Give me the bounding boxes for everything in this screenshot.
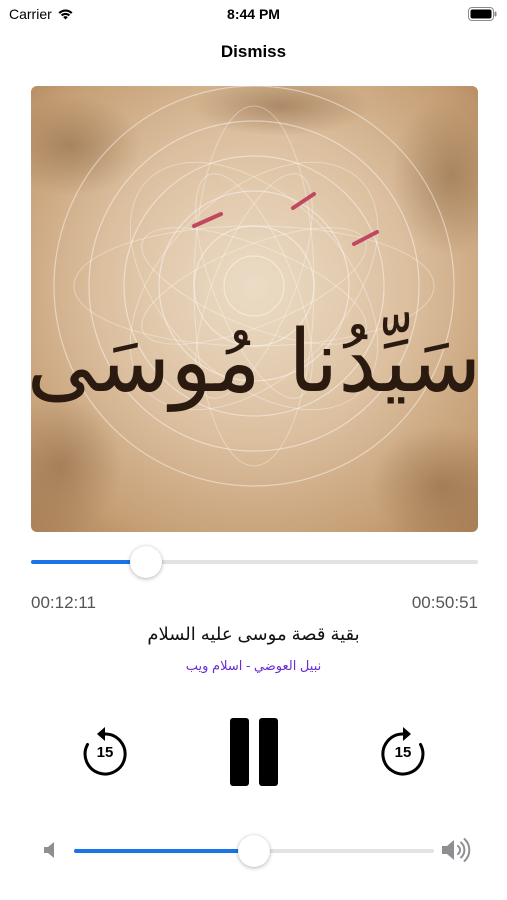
status-bar: Carrier 8:44 PM <box>0 0 507 28</box>
volume-slider[interactable] <box>74 834 434 867</box>
elapsed-time: 00:12:11 <box>31 593 96 612</box>
status-time: 8:44 PM <box>227 6 280 22</box>
artwork-image: سَيِّدُنا مُوسَى <box>31 86 478 532</box>
progress-thumb[interactable] <box>129 546 162 578</box>
volume-fill <box>74 849 254 853</box>
battery-icon <box>468 7 497 21</box>
skip-back-seconds: 15 <box>96 744 114 761</box>
album-artwork: سَيِّدُنا مُوسَى <box>31 86 478 532</box>
skip-back-button[interactable]: 15 <box>80 726 130 778</box>
skip-forward-seconds: 15 <box>394 744 412 761</box>
volume-thumb[interactable] <box>238 835 270 867</box>
pause-icon <box>230 718 278 786</box>
pause-button[interactable] <box>228 718 280 786</box>
playback-progress-slider[interactable] <box>31 545 478 578</box>
total-duration: 00:50:51 <box>411 593 478 612</box>
progress-fill <box>31 560 146 564</box>
track-subtitle: نبيل العوضي - اسلام ويب <box>185 658 322 673</box>
track-title: بقية قصة موسى عليه السلام <box>147 624 360 644</box>
artwork-calligraphy: سَيِّدُنا مُوسَى <box>31 312 478 412</box>
dismiss-button[interactable]: Dismiss <box>0 42 507 62</box>
skip-forward-button[interactable]: 15 <box>378 726 428 778</box>
volume-low-icon <box>44 842 54 858</box>
volume-high-icon <box>442 838 471 862</box>
